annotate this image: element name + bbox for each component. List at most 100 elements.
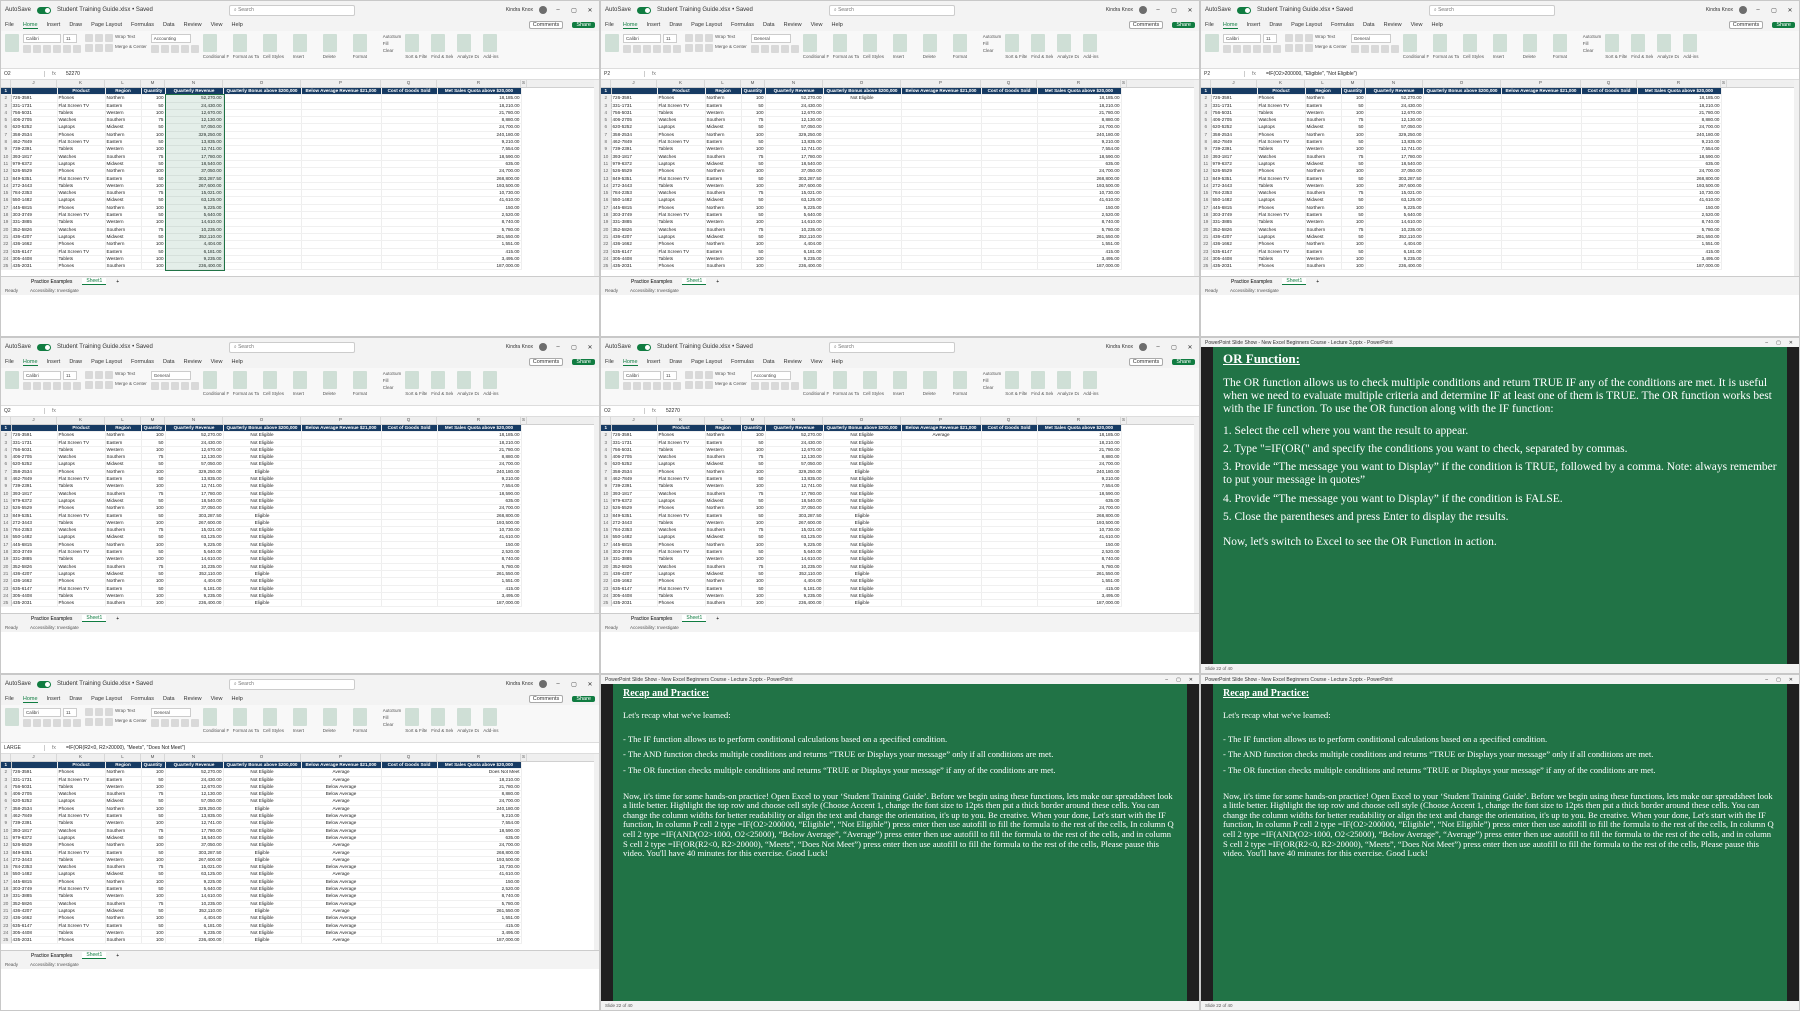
row-number[interactable]: 11 <box>601 497 612 506</box>
column-header[interactable]: Q <box>381 417 437 424</box>
cell[interactable] <box>1581 248 1638 256</box>
column-header[interactable]: L <box>705 417 741 424</box>
cell[interactable]: 268,800.00 <box>437 512 522 520</box>
cell-styles-icon[interactable] <box>262 371 277 389</box>
add-sheet-icon[interactable]: + <box>716 616 719 622</box>
bold-icon[interactable] <box>23 45 31 53</box>
cell[interactable]: 100 <box>141 819 166 828</box>
cell[interactable]: 620-5252 <box>11 123 58 132</box>
cell[interactable]: Tablets <box>57 856 106 865</box>
add-sheet-icon[interactable]: + <box>716 279 719 285</box>
cell[interactable]: Western <box>1305 255 1342 264</box>
fill-color-icon[interactable] <box>63 45 71 53</box>
cell[interactable]: Tablets <box>57 255 106 264</box>
underline-icon[interactable] <box>43 382 51 390</box>
cell[interactable]: 50 <box>141 175 166 183</box>
cell[interactable] <box>1423 102 1502 110</box>
cell[interactable]: Southern <box>705 189 742 198</box>
column-header[interactable]: P <box>901 417 981 424</box>
cell[interactable]: Not Eligible <box>223 783 302 792</box>
column-header[interactable]: P <box>301 754 381 761</box>
analyze-icon[interactable] <box>457 34 472 52</box>
cell[interactable]: 100 <box>741 255 766 264</box>
cell[interactable]: 50 <box>741 497 766 506</box>
cell[interactable]: 17,780.00 <box>765 490 824 498</box>
cell[interactable] <box>901 570 982 579</box>
cell[interactable]: 57,050.00 <box>765 123 824 132</box>
cell[interactable]: Flat Screen TV <box>1257 211 1306 220</box>
cell[interactable]: 550-1482 <box>11 533 58 542</box>
row-number[interactable]: 8 <box>1201 138 1212 147</box>
cell[interactable]: 100 <box>741 431 766 440</box>
fx-icon[interactable]: fx <box>45 745 63 751</box>
cell[interactable] <box>823 248 902 256</box>
cell[interactable] <box>901 138 982 147</box>
cell[interactable]: 100 <box>141 167 166 176</box>
tab-review[interactable]: Review <box>184 359 202 365</box>
column-header[interactable]: O <box>823 80 901 87</box>
cell[interactable]: 10,730.00 <box>437 189 522 198</box>
cell[interactable]: 75 <box>1341 189 1366 198</box>
cell[interactable]: Tablets <box>57 182 106 191</box>
cell[interactable]: 21,780.00 <box>437 783 522 792</box>
cell[interactable]: Eastern <box>105 922 142 930</box>
cell[interactable]: 331-1731 <box>11 776 58 784</box>
cell[interactable] <box>301 504 382 513</box>
align-center-icon[interactable] <box>695 44 703 52</box>
addins-button[interactable]: Add-ins <box>483 54 505 59</box>
comments-button[interactable]: Comments <box>528 695 564 703</box>
cell[interactable] <box>1581 175 1638 183</box>
cell[interactable]: 739-2391 <box>11 819 58 828</box>
comma-icon[interactable] <box>170 382 179 390</box>
cell[interactable]: 329,250.00 <box>165 468 224 477</box>
sheet-tab-practice[interactable]: Practice Examples <box>31 616 72 622</box>
cell[interactable]: 100 <box>141 446 166 455</box>
addins-icon[interactable] <box>1083 371 1098 389</box>
row-number[interactable]: 23 <box>601 248 612 256</box>
cell[interactable]: 236,400.00 <box>165 936 224 945</box>
cell[interactable]: 331-1731 <box>11 102 58 110</box>
cell[interactable]: 1,551.00 <box>1037 577 1122 586</box>
align-right-icon[interactable] <box>705 381 713 389</box>
cell[interactable]: Western <box>105 856 142 865</box>
insert-icon[interactable] <box>292 371 307 389</box>
autosum-button[interactable]: AutoSum <box>383 371 402 376</box>
avatar[interactable] <box>1139 6 1147 14</box>
cell[interactable]: Flat Screen TV <box>57 776 106 784</box>
cell[interactable]: Southern <box>1305 226 1342 234</box>
cell[interactable]: Flat Screen TV <box>57 548 106 557</box>
cell[interactable] <box>901 482 982 491</box>
cell[interactable]: 24,700.00 <box>437 841 522 850</box>
align-right-icon[interactable] <box>105 381 113 389</box>
maximize-icon[interactable]: ▢ <box>569 681 579 688</box>
cell[interactable]: 756-5031 <box>11 783 58 792</box>
column-header[interactable]: R <box>1037 417 1121 424</box>
cell[interactable]: 329,250.00 <box>165 805 224 814</box>
cell[interactable] <box>381 922 438 930</box>
font-color-icon[interactable] <box>73 719 81 727</box>
number-format-select[interactable]: General <box>150 708 191 717</box>
cell[interactable]: 187,000.00 <box>1037 599 1122 608</box>
cell[interactable]: Watches <box>57 189 106 198</box>
cell[interactable] <box>1581 102 1638 110</box>
cell[interactable]: 12,741.00 <box>165 145 224 154</box>
cell[interactable]: Midwest <box>705 497 742 506</box>
cell[interactable]: Phones <box>57 805 106 814</box>
cell[interactable] <box>381 819 438 828</box>
cell[interactable]: 635.00 <box>1037 160 1122 169</box>
cell[interactable]: 2,520.00 <box>1037 211 1122 220</box>
cell[interactable]: Eligible <box>823 599 902 608</box>
format-button[interactable]: Format <box>353 391 379 396</box>
cell[interactable] <box>301 585 382 593</box>
row-number[interactable]: 25 <box>1 262 12 271</box>
cell[interactable]: 75 <box>741 490 766 498</box>
comments-button[interactable]: Comments <box>528 358 564 366</box>
cell[interactable]: Western <box>705 145 742 154</box>
cell[interactable]: 12,741.00 <box>165 819 224 828</box>
decrease-decimal-icon[interactable] <box>790 382 799 390</box>
cell[interactable]: Eastern <box>705 175 742 183</box>
cell-styles-icon[interactable] <box>262 708 277 726</box>
cell[interactable]: 75 <box>1341 153 1366 161</box>
name-box[interactable]: O2 <box>1 71 45 77</box>
cell[interactable]: Southern <box>105 189 142 198</box>
